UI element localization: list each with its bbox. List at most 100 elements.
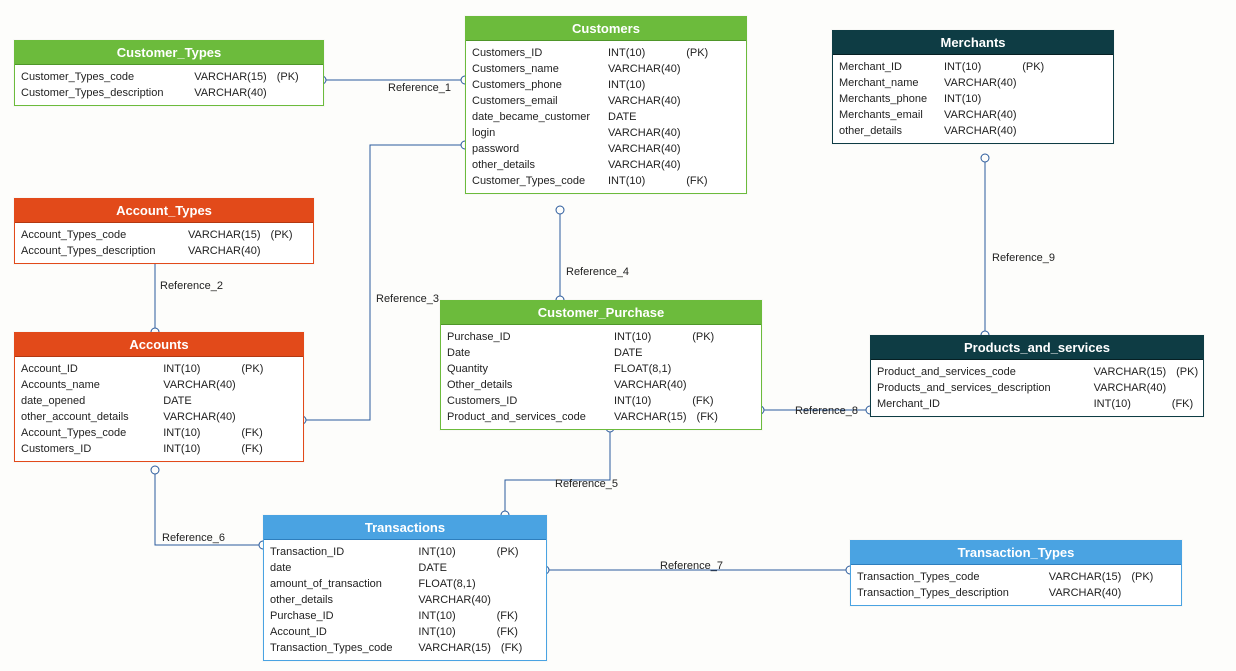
column-row: Customer_Types_description VARCHAR(40) — [21, 85, 317, 101]
column-type: VARCHAR(40) — [163, 377, 236, 393]
ref-label-5: Reference_5 — [555, 478, 618, 490]
column-type: FLOAT(8,1) — [418, 576, 486, 592]
column-row: Customer_Types_codeVARCHAR(15)(PK) — [21, 69, 317, 85]
column-key: (FK) — [686, 173, 707, 189]
column-name: login — [472, 125, 596, 141]
column-row: Customer_Types_code INT(10) (FK) — [472, 173, 740, 189]
entity-body: Customers_IDINT(10)(PK)Customers_nameVAR… — [466, 41, 746, 193]
column-name: other_details — [839, 123, 932, 139]
column-type: INT(10) — [418, 608, 486, 624]
column-type: VARCHAR(15) — [418, 640, 491, 656]
column-row: Customers_nameVARCHAR(40) — [472, 61, 740, 77]
column-type: VARCHAR(40) — [608, 125, 681, 141]
column-row: Accounts_name VARCHAR(40) — [21, 377, 297, 393]
column-name: Merchant_ID — [877, 396, 1082, 412]
entity-transactions: Transactions Transaction_IDINT(10)(PK)da… — [263, 515, 547, 661]
column-row: Merchant_nameVARCHAR(40) — [839, 75, 1107, 91]
column-key: (FK) — [692, 393, 713, 409]
column-key: (FK) — [497, 624, 518, 640]
column-name: Customer_Types_description — [21, 85, 182, 101]
column-row: amount_of_transaction FLOAT(8,1) — [270, 576, 540, 592]
column-row: Product_and_services_codeVARCHAR(15)(PK) — [877, 364, 1197, 380]
column-row: Account_Types_codeVARCHAR(15)(PK) — [21, 227, 307, 243]
column-row: Merchants_email VARCHAR(40) — [839, 107, 1107, 123]
column-key: (PK) — [497, 544, 519, 560]
column-type: VARCHAR(40) — [608, 93, 681, 109]
column-key: (PK) — [241, 361, 263, 377]
column-type: INT(10) — [944, 91, 1012, 107]
ref-label-2: Reference_2 — [160, 280, 223, 292]
column-name: Products_and_services_description — [877, 380, 1082, 396]
column-row: Transaction_Types_codeVARCHAR(15)(PK) — [857, 569, 1175, 585]
column-key: (PK) — [692, 329, 714, 345]
column-name: Quantity — [447, 361, 602, 377]
column-row: Account_Types_descriptionVARCHAR(40) — [21, 243, 307, 259]
column-key: (FK) — [697, 409, 718, 425]
column-row: Purchase_IDINT(10)(PK) — [447, 329, 755, 345]
column-type: VARCHAR(40) — [418, 592, 491, 608]
entity-title: Accounts — [15, 333, 303, 357]
column-row: Date DATE — [447, 345, 755, 361]
column-type: INT(10) — [163, 361, 231, 377]
entity-title: Customer_Purchase — [441, 301, 761, 325]
column-name: Date — [447, 345, 602, 361]
column-row: date_became_customerDATE — [472, 109, 740, 125]
entity-accounts: Accounts Account_IDINT(10)(PK)Accounts_n… — [14, 332, 304, 462]
entity-title: Transactions — [264, 516, 546, 540]
column-type: INT(10) — [608, 173, 676, 189]
column-type: DATE — [614, 345, 682, 361]
column-type: VARCHAR(40) — [188, 243, 261, 259]
column-type: VARCHAR(40) — [194, 85, 267, 101]
column-name: date — [270, 560, 406, 576]
entity-body: Customer_Types_codeVARCHAR(15)(PK)Custom… — [15, 65, 323, 105]
column-row: Other_detailsVARCHAR(40) — [447, 377, 755, 393]
column-type: INT(10) — [614, 393, 682, 409]
column-row: date DATE — [270, 560, 540, 576]
column-row: Customers_phoneINT(10) — [472, 77, 740, 93]
ref-label-6: Reference_6 — [162, 532, 225, 544]
column-name: Accounts_name — [21, 377, 151, 393]
entity-title: Merchants — [833, 31, 1113, 55]
column-name: Product_and_services_code — [447, 409, 602, 425]
column-type: INT(10) — [163, 425, 231, 441]
entity-merchants: Merchants Merchant_IDINT(10)(PK)Merchant… — [832, 30, 1114, 144]
column-key: (FK) — [1172, 396, 1193, 412]
column-type: VARCHAR(15) — [194, 69, 267, 85]
column-type: DATE — [418, 560, 486, 576]
column-row: Merchants_phoneINT(10) — [839, 91, 1107, 107]
column-type: DATE — [163, 393, 231, 409]
entity-title: Transaction_Types — [851, 541, 1181, 565]
column-type: INT(10) — [608, 77, 676, 93]
entity-body: Transaction_Types_codeVARCHAR(15)(PK)Tra… — [851, 565, 1181, 605]
column-name: Product_and_services_code — [877, 364, 1082, 380]
column-type: DATE — [608, 109, 676, 125]
column-type: VARCHAR(40) — [944, 107, 1017, 123]
column-type: VARCHAR(40) — [608, 141, 681, 157]
entity-body: Merchant_IDINT(10)(PK)Merchant_nameVARCH… — [833, 55, 1113, 143]
column-key: (PK) — [686, 45, 708, 61]
entity-title: Customer_Types — [15, 41, 323, 65]
entity-body: Account_Types_codeVARCHAR(15)(PK)Account… — [15, 223, 313, 263]
column-name: other_details — [270, 592, 406, 608]
column-name: Account_Types_code — [21, 227, 176, 243]
column-type: VARCHAR(40) — [944, 123, 1017, 139]
column-row: date_openedDATE — [21, 393, 297, 409]
entity-customer-purchase: Customer_Purchase Purchase_IDINT(10)(PK)… — [440, 300, 762, 430]
column-key: (PK) — [277, 69, 299, 85]
ref-label-4: Reference_4 — [566, 266, 629, 278]
column-name: Customers_email — [472, 93, 596, 109]
ref-label-7: Reference_7 — [660, 560, 723, 572]
column-row: passwordVARCHAR(40) — [472, 141, 740, 157]
entity-body: Purchase_IDINT(10)(PK)DateDATEQuantityFL… — [441, 325, 761, 429]
column-name: Customer_Types_code — [472, 173, 596, 189]
column-type: VARCHAR(40) — [1049, 585, 1122, 601]
column-row: Product_and_services_codeVARCHAR(15)(FK) — [447, 409, 755, 425]
column-name: amount_of_transaction — [270, 576, 406, 592]
column-name: Account_Types_code — [21, 425, 151, 441]
column-type: INT(10) — [614, 329, 682, 345]
ref-label-1: Reference_1 — [388, 82, 451, 94]
column-row: Products_and_services_descriptionVARCHAR… — [877, 380, 1197, 396]
column-name: Merchants_email — [839, 107, 932, 123]
column-row: Merchant_IDINT(10)(FK) — [877, 396, 1197, 412]
column-row: Customers_IDINT(10)(FK) — [21, 441, 297, 457]
